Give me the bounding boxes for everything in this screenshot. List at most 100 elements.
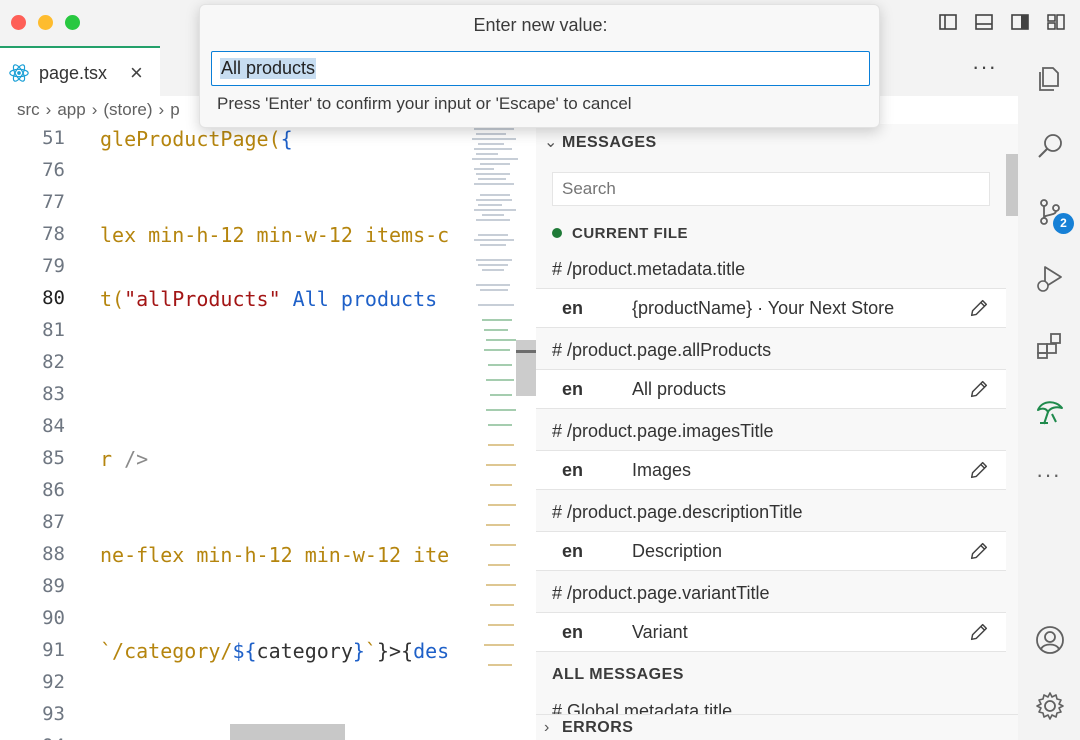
toggle-panel-icon[interactable] [974, 12, 994, 32]
line-number: 51 [42, 127, 65, 149]
message-key: # /product.metadata.title [552, 259, 746, 279]
window-maximize-button[interactable] [65, 15, 80, 30]
customize-layout-icon[interactable] [1046, 12, 1066, 32]
code-line: 81 [0, 319, 466, 351]
quick-input-value[interactable]: All products [220, 58, 317, 79]
extensions-icon[interactable] [1034, 330, 1066, 362]
tab-page-tsx[interactable]: page.tsx × [0, 46, 160, 96]
all-messages-section[interactable]: ALL MESSAGES [552, 666, 684, 684]
message-key: # /product.page.allProducts [552, 340, 772, 360]
code-line: 90 [0, 607, 466, 639]
explorer-icon[interactable] [1034, 62, 1066, 94]
code-text: `/category/${category}`}>{des [100, 639, 450, 663]
line-number: 89 [42, 575, 65, 597]
code-line: 86 [0, 479, 466, 511]
inline-translation-hint: All products [280, 287, 438, 311]
activity-bar: 2 ··· [1018, 46, 1080, 740]
toggle-primary-sidebar-icon[interactable] [938, 12, 958, 32]
locale-label: en [562, 460, 584, 480]
chevron-right-icon: › [45, 100, 52, 119]
line-number: 84 [42, 415, 65, 437]
line-number: 78 [42, 223, 65, 245]
chevron-right-icon: › [158, 100, 165, 119]
locale-label: en [562, 298, 584, 318]
message-key: # /product.page.descriptionTitle [552, 502, 803, 522]
line-number: 79 [42, 255, 65, 277]
code-text: lex min-h-12 min-w-12 items-c [100, 223, 450, 247]
tab-label: page.tsx [39, 63, 108, 83]
line-number: 81 [42, 319, 65, 341]
breadcrumb-item[interactable]: src [17, 100, 40, 119]
code-line: 51 gleProductPage({ [0, 127, 466, 159]
horizontal-scrollbar[interactable] [230, 724, 345, 740]
breadcrumb-item[interactable]: app [57, 100, 85, 119]
pencil-icon[interactable] [968, 378, 990, 400]
minimap-cursor-marker [516, 350, 536, 353]
messages-header[interactable]: ⌄ MESSAGES [544, 132, 657, 152]
code-editor[interactable]: 51 gleProductPage({ 76 77 78 lex min-h-1… [0, 124, 466, 740]
message-value-row[interactable]: en Description [536, 531, 1006, 571]
toggle-secondary-sidebar-icon[interactable] [1010, 12, 1030, 32]
status-dot-icon [552, 228, 562, 238]
line-number: 93 [42, 703, 65, 725]
message-value: {productName} · Your Next Store [632, 298, 895, 318]
pencil-icon[interactable] [968, 540, 990, 562]
message-key: # /product.page.variantTitle [552, 583, 770, 603]
message-key: # Global.metadata.title [552, 701, 733, 715]
quick-input-dialog: Enter new value: All products Press 'Ent… [199, 4, 880, 128]
code-line: 84 [0, 415, 466, 447]
react-icon [9, 64, 29, 82]
search-icon[interactable] [1034, 130, 1066, 162]
code-text: r /> [100, 447, 149, 471]
line-number: 83 [42, 383, 65, 405]
pencil-icon[interactable] [968, 459, 990, 481]
breadcrumb-item[interactable]: (store) [103, 100, 152, 119]
window-close-button[interactable] [11, 15, 26, 30]
errors-section[interactable]: › ERRORS [536, 714, 1018, 740]
line-number: 91 [42, 639, 65, 661]
code-text: t("allProducts" All products [100, 287, 438, 311]
message-key: # /product.page.imagesTitle [552, 421, 774, 441]
line-number: 90 [42, 607, 65, 629]
code-line: 88 ne-flex min-h-12 min-w-12 ite [0, 543, 466, 575]
panel-scrollbar[interactable] [1006, 154, 1018, 216]
close-icon[interactable]: × [130, 60, 143, 86]
code-line-active: 80 t("allProducts" All products [0, 287, 466, 319]
message-value-row[interactable]: en Images [536, 450, 1006, 490]
locale-label: en [562, 541, 584, 561]
accounts-icon[interactable] [1034, 624, 1066, 656]
messages-search-input[interactable] [552, 172, 990, 206]
manage-gear-icon[interactable] [1034, 690, 1066, 722]
message-value: Description [632, 541, 723, 561]
breadcrumb-item[interactable]: p [170, 100, 179, 119]
window-minimize-button[interactable] [38, 15, 53, 30]
message-value-row[interactable]: en All products [536, 369, 1006, 409]
code-line: 79 [0, 255, 466, 287]
more-views-icon[interactable]: ··· [1036, 462, 1061, 488]
minimap-slider[interactable] [516, 340, 536, 396]
code-line: 89 [0, 575, 466, 607]
pencil-icon[interactable] [968, 621, 990, 643]
quick-input-hint: Press 'Enter' to confirm your input or '… [217, 94, 632, 113]
source-control-badge: 2 [1053, 213, 1074, 234]
code-line: 92 [0, 671, 466, 703]
breadcrumb: src › app › (store) › p [17, 100, 217, 120]
chevron-right-icon: › [544, 719, 550, 736]
messages-panel: ⌄MESSAGES CURRENT FILE # /product.metada… [536, 124, 1018, 740]
minimap[interactable] [466, 124, 536, 740]
locale-label: en [562, 622, 584, 642]
line-number: 82 [42, 351, 65, 373]
i18n-extension-icon[interactable] [1034, 396, 1066, 428]
more-actions-icon[interactable]: ··· [972, 54, 997, 80]
locale-label: en [562, 379, 584, 399]
message-value-row[interactable]: en Variant [536, 612, 1006, 652]
run-debug-icon[interactable] [1034, 262, 1066, 294]
message-value-row[interactable]: en {productName} · Your Next Store [536, 288, 1006, 328]
line-number: 88 [42, 543, 65, 565]
line-number: 80 [42, 287, 65, 309]
code-line: 87 [0, 511, 466, 543]
pencil-icon[interactable] [968, 297, 990, 319]
code-line: 83 [0, 383, 466, 415]
line-number: 87 [42, 511, 65, 533]
quick-input-field[interactable]: All products [211, 51, 870, 86]
